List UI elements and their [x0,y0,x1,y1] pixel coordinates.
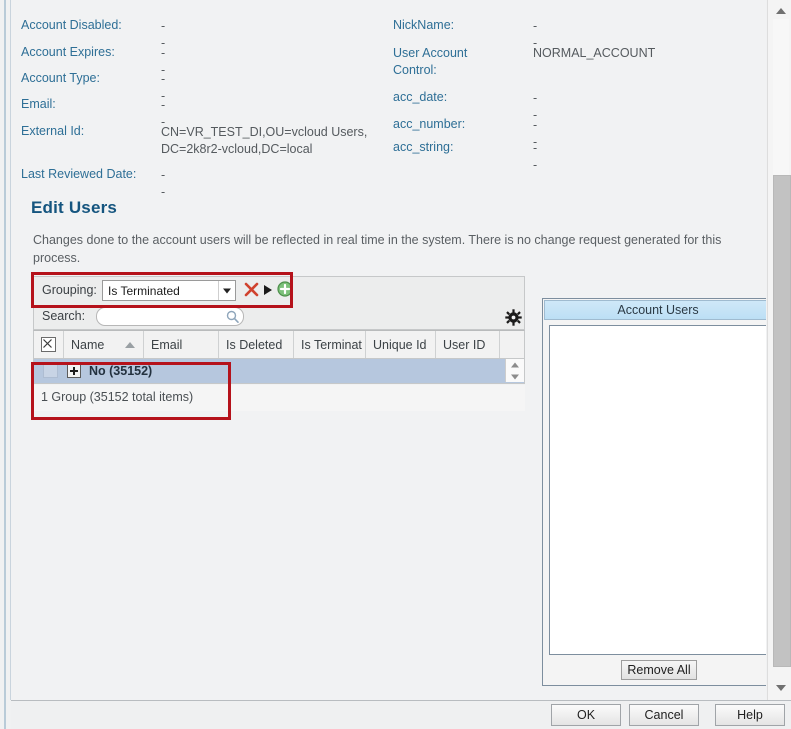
field-value: NORMAL_ACCOUNT [533,45,655,62]
field-label: acc_number: [393,117,465,131]
grouping-toolbar: Grouping: Is Terminated [33,276,525,305]
scrollbar-track-upper[interactable] [773,19,789,175]
field-label: Email: [21,97,56,111]
ok-button[interactable]: OK [551,704,621,726]
account-details: Account Disabled: -- Account Expires: --… [11,0,766,185]
content-panel: Account Disabled: -- Account Expires: --… [11,0,766,700]
deselect-all-checkbox-icon[interactable] [34,331,64,358]
field-value: CN=VR_TEST_DI,OU=vcloud Users,DC=2k8r2-v… [161,124,376,158]
scroll-down-button[interactable] [506,371,524,382]
grid-column-email[interactable]: Email [144,331,219,358]
close-x-icon[interactable] [244,282,259,297]
bottom-left-rail [0,700,11,729]
field-label: NickName: [393,18,454,32]
section-description: Changes done to the account users will b… [33,231,766,267]
scroll-up-button[interactable] [506,359,524,370]
grid-column-unique-id[interactable]: Unique Id [366,331,436,358]
left-rail [0,0,11,700]
table-row[interactable]: No (35152) [34,359,506,382]
chevron-down-icon[interactable] [218,281,235,300]
page-vertical-scrollbar[interactable] [767,0,791,700]
grid-column-spacer [500,331,524,358]
edit-users-dialog: Account Disabled: -- Account Expires: --… [0,0,791,729]
grid-column-name[interactable]: Name [64,331,144,358]
grid-column-label: Is Deleted [226,338,282,352]
field-label: External Id: [21,124,84,138]
grid-column-is-terminated[interactable]: Is Terminat [294,331,366,358]
search-label: Search: [42,309,85,323]
grid-column-label: Name [71,338,104,352]
grid-footer-text: 1 Group (35152 total items) [41,390,193,404]
grid-body: No (35152) [33,359,525,384]
add-plus-icon[interactable] [277,281,293,297]
scrollbar-thumb[interactable] [773,175,791,667]
field-label: User Account Control: [393,45,493,79]
users-grid: Name Email Is Deleted Is Terminat Unique… [33,330,525,360]
field-label: Account Expires: [21,45,115,59]
grid-column-label: Email [151,338,182,352]
row-checkbox[interactable] [43,363,58,378]
remove-all-button[interactable]: Remove All [621,660,697,680]
search-toolbar: Search: [33,304,525,330]
help-button[interactable]: Help [715,704,785,726]
grouping-selected-value: Is Terminated [108,284,180,298]
grid-column-label: Is Terminat [301,338,362,352]
magnifier-icon[interactable] [226,310,239,323]
account-users-panel: Account Users Remove All [542,298,766,686]
group-row-label: No (35152) [89,364,152,378]
grid-header-row: Name Email Is Deleted Is Terminat Unique… [33,330,525,359]
cancel-button[interactable]: Cancel [629,704,699,726]
field-label: Last Reviewed Date: [21,167,136,181]
play-triangle-icon[interactable] [264,285,272,295]
grid-footer: 1 Group (35152 total items) [33,385,525,411]
field-value: -- [161,167,165,201]
grid-vertical-scrollbar[interactable] [505,359,524,382]
grouping-label: Grouping: [42,283,97,297]
search-input[interactable] [96,307,244,326]
grid-column-user-id[interactable]: User ID [436,331,500,358]
page-title: Edit Users [31,198,117,218]
expand-plus-icon[interactable] [67,364,81,378]
field-label: Account Type: [21,71,100,85]
dialog-button-bar: OK Cancel Help [11,700,791,729]
field-value: -- [533,140,537,174]
gear-icon[interactable] [505,309,522,326]
field-label: acc_date: [393,90,447,104]
account-users-title: Account Users [544,300,766,320]
scroll-up-button[interactable] [772,2,790,19]
grid-column-label: User ID [443,338,485,352]
grid-column-label: Unique Id [373,338,427,352]
field-label: Account Disabled: [21,18,122,32]
account-users-list[interactable] [549,325,766,655]
grid-column-is-deleted[interactable]: Is Deleted [219,331,294,358]
scroll-down-button[interactable] [772,679,790,696]
sort-ascending-icon [125,342,135,348]
field-label: acc_string: [393,140,453,154]
grouping-select[interactable]: Is Terminated [102,280,236,301]
